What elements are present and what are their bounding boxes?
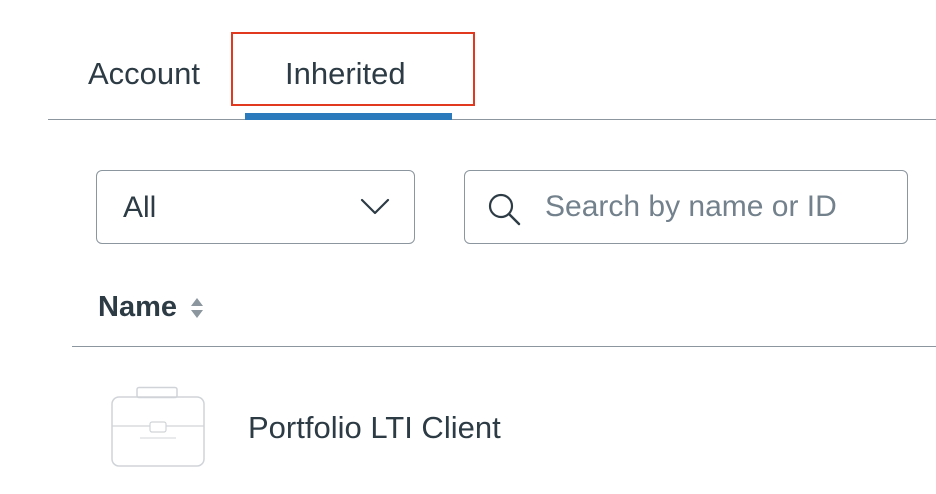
header-divider (72, 346, 936, 347)
row-name-link[interactable]: Portfolio LTI Client (248, 410, 501, 446)
filter-select-value: All (123, 191, 157, 224)
chevron-down-icon (360, 198, 390, 215)
search-input[interactable] (545, 185, 885, 229)
tab-highlight-box (231, 32, 475, 106)
briefcase-icon (111, 386, 205, 467)
search-icon (488, 193, 521, 226)
tab-account[interactable]: Account (88, 56, 200, 92)
sort-icon[interactable] (190, 296, 204, 320)
tab-divider (48, 119, 936, 120)
active-tab-indicator (245, 113, 452, 120)
search-field[interactable] (464, 170, 908, 244)
column-header-name[interactable]: Name (98, 290, 177, 324)
filter-select[interactable]: All (96, 170, 415, 244)
developer-keys-page: Account Inherited All Name Portfolio L (0, 0, 936, 494)
